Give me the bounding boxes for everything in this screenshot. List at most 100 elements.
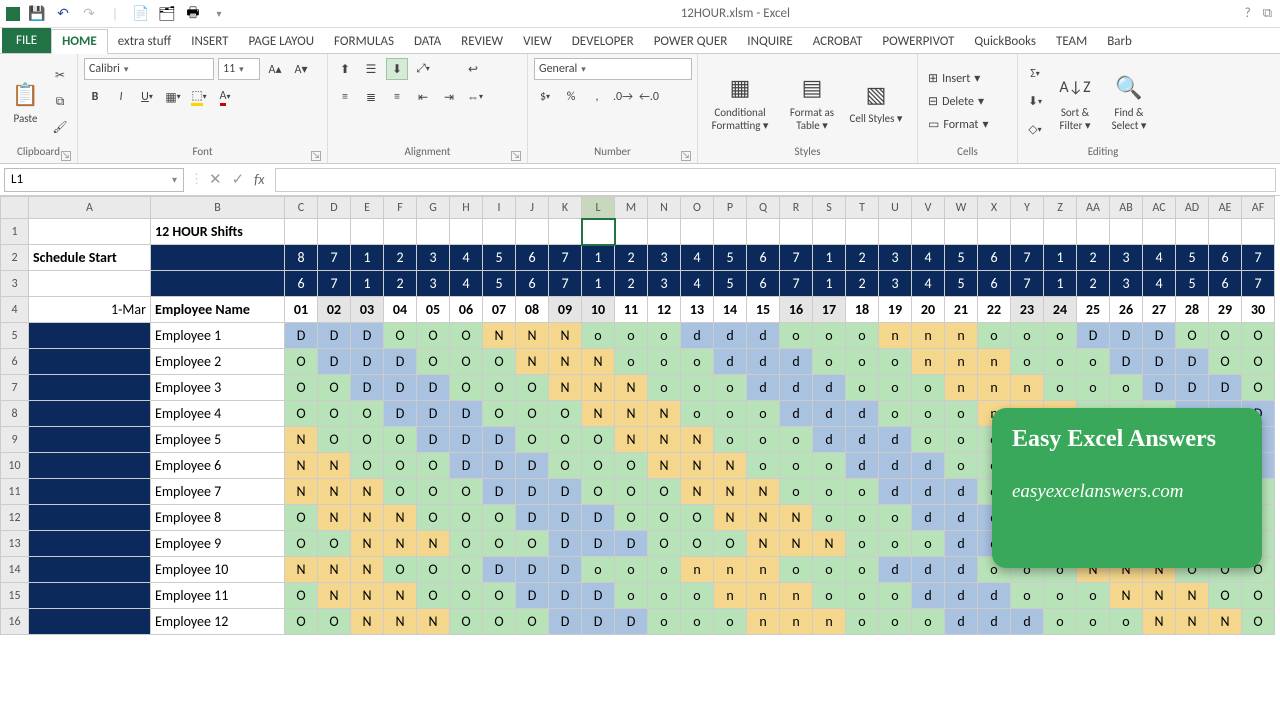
shift-cell[interactable]: d [846, 453, 879, 479]
cell[interactable] [747, 219, 780, 245]
seq-cell[interactable]: 1 [813, 245, 846, 271]
shift-cell[interactable]: O [1242, 375, 1275, 401]
shift-cell[interactable]: o [681, 609, 714, 635]
seq-cell[interactable]: 4 [681, 245, 714, 271]
shift-cell[interactable]: N [813, 531, 846, 557]
redo-icon[interactable]: ↷ [80, 5, 98, 23]
shift-cell[interactable]: O [1209, 583, 1242, 609]
shift-cell[interactable]: d [747, 375, 780, 401]
shift-cell[interactable]: d [912, 453, 945, 479]
day-header[interactable]: 24 [1044, 297, 1077, 323]
shift-cell[interactable]: d [879, 479, 912, 505]
shift-cell[interactable]: O [450, 323, 483, 349]
shift-cell[interactable]: N [285, 479, 318, 505]
shift-cell[interactable]: d [813, 401, 846, 427]
shift-cell[interactable]: O [582, 427, 615, 453]
seq-cell[interactable]: 6 [516, 271, 549, 297]
shift-cell[interactable]: n [747, 609, 780, 635]
col-header-AC[interactable]: AC [1143, 197, 1176, 219]
shift-cell[interactable]: D [516, 505, 549, 531]
shift-cell[interactable]: N [351, 583, 384, 609]
shift-cell[interactable]: d [780, 401, 813, 427]
shift-cell[interactable]: O [450, 479, 483, 505]
new-icon[interactable]: 📄 [132, 5, 150, 23]
enter-icon[interactable]: ✓ [232, 170, 245, 189]
shift-cell[interactable]: N [780, 505, 813, 531]
dialog-launcher-icon[interactable]: ↘ [311, 151, 321, 161]
cell[interactable] [978, 219, 1011, 245]
shift-cell[interactable]: o [813, 323, 846, 349]
cell-A-emp[interactable] [29, 505, 151, 531]
shift-cell[interactable]: O [1242, 323, 1275, 349]
cell[interactable] [1077, 219, 1110, 245]
shift-cell[interactable]: D [549, 479, 582, 505]
shift-cell[interactable]: O [384, 427, 417, 453]
open-icon[interactable]: 🗂 [158, 5, 176, 23]
shift-cell[interactable]: O [384, 557, 417, 583]
shift-cell[interactable]: O [1176, 323, 1209, 349]
shift-cell[interactable]: O [417, 453, 450, 479]
shift-cell[interactable]: n [978, 349, 1011, 375]
shift-cell[interactable]: O [1242, 583, 1275, 609]
tab-formulas[interactable]: FORMULAS [324, 30, 404, 53]
shift-cell[interactable]: o [648, 323, 681, 349]
shift-cell[interactable]: o [582, 557, 615, 583]
seq-cell[interactable]: 2 [1077, 271, 1110, 297]
underline-button[interactable]: U▾ [136, 86, 158, 108]
col-header-AB[interactable]: AB [1110, 197, 1143, 219]
shift-cell[interactable]: D [351, 375, 384, 401]
cell[interactable] [1176, 219, 1209, 245]
employee-name[interactable]: Employee 10 [151, 557, 285, 583]
shift-cell[interactable]: N [1110, 583, 1143, 609]
shift-cell[interactable]: D [384, 375, 417, 401]
format-as-table-button[interactable]: ▤Format as Table ▾ [780, 72, 844, 132]
cell[interactable] [384, 219, 417, 245]
shift-cell[interactable]: o [1077, 609, 1110, 635]
italic-button[interactable]: I [110, 86, 132, 108]
shift-cell[interactable]: D [450, 453, 483, 479]
row-header-16[interactable]: 16 [1, 609, 29, 635]
cell-A-emp[interactable] [29, 609, 151, 635]
shift-cell[interactable]: N [384, 505, 417, 531]
day-header[interactable]: 21 [945, 297, 978, 323]
shift-cell[interactable]: n [780, 609, 813, 635]
cancel-icon[interactable]: ✕ [209, 170, 222, 189]
cell[interactable] [516, 219, 549, 245]
shift-cell[interactable]: o [1011, 323, 1044, 349]
shift-cell[interactable]: D [549, 531, 582, 557]
seq-cell[interactable]: 7 [780, 271, 813, 297]
row-header-6[interactable]: 6 [1, 349, 29, 375]
row-header-13[interactable]: 13 [1, 531, 29, 557]
cell[interactable] [1209, 219, 1242, 245]
shift-cell[interactable]: o [747, 453, 780, 479]
employee-name[interactable]: Employee 7 [151, 479, 285, 505]
undo-icon[interactable]: ↶ [54, 5, 72, 23]
merge-center-icon[interactable]: ⇔▾ [464, 86, 486, 108]
shift-cell[interactable]: N [714, 453, 747, 479]
shift-cell[interactable]: o [780, 557, 813, 583]
shift-cell[interactable]: N [1176, 583, 1209, 609]
row-header-2[interactable]: 2 [1, 245, 29, 271]
paste-button[interactable]: 📋 Paste [6, 78, 45, 125]
tab-barb[interactable]: Barb [1097, 30, 1142, 53]
shift-cell[interactable]: n [945, 323, 978, 349]
shift-cell[interactable]: O [351, 427, 384, 453]
seq-cell[interactable]: 6 [978, 271, 1011, 297]
shift-cell[interactable]: o [780, 453, 813, 479]
shift-cell[interactable]: o [813, 557, 846, 583]
shift-cell[interactable]: O [417, 557, 450, 583]
shift-cell[interactable]: o [1077, 375, 1110, 401]
seq-cell[interactable]: 5 [1176, 245, 1209, 271]
day-header[interactable]: 07 [483, 297, 516, 323]
cell[interactable] [285, 219, 318, 245]
shift-cell[interactable]: N [351, 609, 384, 635]
shift-cell[interactable]: n [879, 323, 912, 349]
seq-cell[interactable]: 7 [549, 271, 582, 297]
shift-cell[interactable]: o [1044, 609, 1077, 635]
seq-cell[interactable]: 3 [1110, 271, 1143, 297]
row-header-4[interactable]: 4 [1, 297, 29, 323]
shift-cell[interactable]: D [582, 505, 615, 531]
shift-cell[interactable]: D [1077, 323, 1110, 349]
shift-cell[interactable]: O [1209, 323, 1242, 349]
shift-cell[interactable]: O [516, 401, 549, 427]
